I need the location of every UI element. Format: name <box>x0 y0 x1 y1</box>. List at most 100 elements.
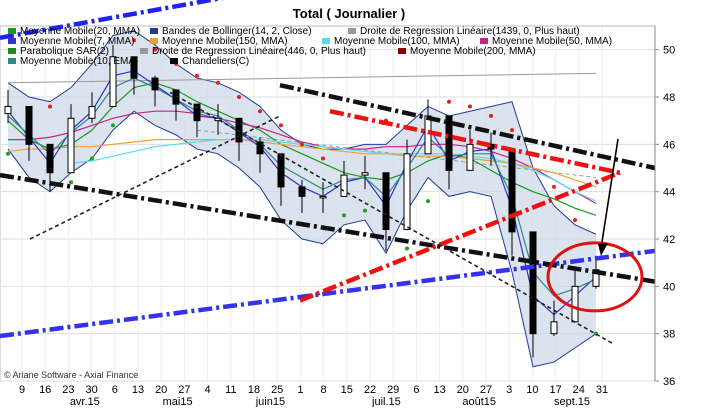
y-tick-label: 40 <box>663 281 675 293</box>
sar-dot-above <box>237 95 241 99</box>
x-tick-label: 9 <box>19 384 25 396</box>
sar-dot-above <box>300 142 304 147</box>
x-tick-label: 15 <box>341 384 353 396</box>
candle-body <box>508 148 516 233</box>
legend-swatch <box>170 58 178 64</box>
sar-dot-above <box>510 128 514 133</box>
x-tick-label: 23 <box>62 384 74 396</box>
sar-dot-above <box>468 104 472 109</box>
sar-dot-above <box>447 99 451 104</box>
chart-title: Total ( Journalier ) <box>293 6 405 21</box>
y-tick-label: 36 <box>663 376 675 388</box>
legend-swatch <box>150 28 158 34</box>
legend-swatch <box>140 48 148 54</box>
sar-dot-above <box>573 218 577 223</box>
candle-body <box>529 231 537 335</box>
legend-swatch <box>398 48 406 54</box>
x-tick-label: 6 <box>413 384 419 396</box>
y-tick-label: 44 <box>663 187 675 199</box>
legend-label: Moyenne Mobile(200, MMA) <box>410 46 536 57</box>
candle-body <box>4 105 12 115</box>
y-tick-label: 46 <box>663 139 675 151</box>
x-tick-label: 20 <box>155 384 167 396</box>
x-tick-label: 24 <box>573 384 585 396</box>
x-tick-label: 10 <box>526 384 538 396</box>
x-tick-label: 29 <box>387 384 399 396</box>
candle-body <box>319 195 327 199</box>
candle-body <box>25 105 33 145</box>
candle-body <box>298 186 306 197</box>
y-tick-label: 38 <box>663 329 675 341</box>
sar-dot-above <box>279 123 283 128</box>
x-month-label: juin15 <box>255 396 285 407</box>
sar-dot-above <box>552 184 556 189</box>
x-tick-label: 13 <box>132 384 144 396</box>
x-tick-label: 6 <box>112 384 118 396</box>
x-tick-label: 25 <box>271 384 283 396</box>
chart-container: Total ( Journalier ) Moyenne Mobile(20, … <box>0 0 702 408</box>
x-month-label: mai15 <box>163 396 193 407</box>
candle-body <box>424 115 432 155</box>
x-tick-label: 4 <box>205 384 211 396</box>
x-tick-label: 18 <box>248 384 260 396</box>
sar-dot-above <box>489 113 493 118</box>
sar-dot-above <box>195 73 199 78</box>
x-tick-label: 1 <box>297 384 303 396</box>
sar-dot-below <box>405 246 409 251</box>
legend-swatch <box>348 28 356 34</box>
x-tick-label: 20 <box>457 384 469 396</box>
candle-body <box>466 143 474 171</box>
sar-dot-above <box>258 109 262 114</box>
x-month-label: avr.15 <box>70 396 100 407</box>
candle-body <box>67 117 75 174</box>
candle-body <box>382 172 390 231</box>
sar-dot-below <box>90 156 94 161</box>
sar-dot-below <box>6 151 10 156</box>
x-month-label: juil.15 <box>371 396 401 407</box>
sar-dot-below <box>342 213 346 218</box>
candle-body <box>88 105 96 119</box>
candle-body <box>571 285 579 323</box>
legend-swatch <box>8 38 16 44</box>
legend-swatch <box>322 38 330 44</box>
x-month-label: sept.15 <box>554 396 590 407</box>
legend-swatch <box>150 38 158 44</box>
legend-swatch <box>8 48 16 54</box>
x-tick-label: 3 <box>506 384 512 396</box>
legend-swatch <box>8 28 16 34</box>
x-tick-label: 27 <box>178 384 190 396</box>
x-tick-label: 27 <box>480 384 492 396</box>
x-tick-label: 13 <box>433 384 445 396</box>
legend-label: Moyenne Mobile(10, EMA) <box>20 56 138 67</box>
y-tick-label: 42 <box>663 234 675 246</box>
x-tick-label: 22 <box>364 384 376 396</box>
x-tick-label: 17 <box>549 384 561 396</box>
sar-dot-below <box>69 180 73 185</box>
candle-body <box>235 117 243 143</box>
sar-dot-above <box>321 156 325 161</box>
watermark: © Ariane Software - Axial Finance <box>4 370 138 380</box>
legend-swatch <box>8 58 16 64</box>
candle-body <box>361 172 369 176</box>
candle-body <box>340 174 348 197</box>
sar-dot-below <box>363 208 367 213</box>
x-month-label: août15 <box>462 396 496 407</box>
candle-body <box>46 143 54 174</box>
y-tick-label: 50 <box>663 45 675 57</box>
candle-body <box>151 77 159 91</box>
stock-chart: Total ( Journalier ) Moyenne Mobile(20, … <box>0 0 702 408</box>
x-tick-label: 31 <box>596 384 608 396</box>
x-tick-label: 8 <box>321 384 327 396</box>
sar-dot-above <box>216 80 220 85</box>
sar-dot-below <box>111 123 115 128</box>
y-tick-label: 48 <box>663 92 675 104</box>
candle-body <box>550 321 558 335</box>
x-tick-label: 16 <box>39 384 51 396</box>
sar-dot-below <box>426 199 430 204</box>
candle-body <box>277 153 285 188</box>
legend-swatch <box>480 38 488 44</box>
candle-body <box>403 153 411 231</box>
legend-label: Chandeliers(C) <box>182 56 249 67</box>
sar-dot-above <box>48 104 52 109</box>
x-tick-label: 11 <box>225 384 236 396</box>
